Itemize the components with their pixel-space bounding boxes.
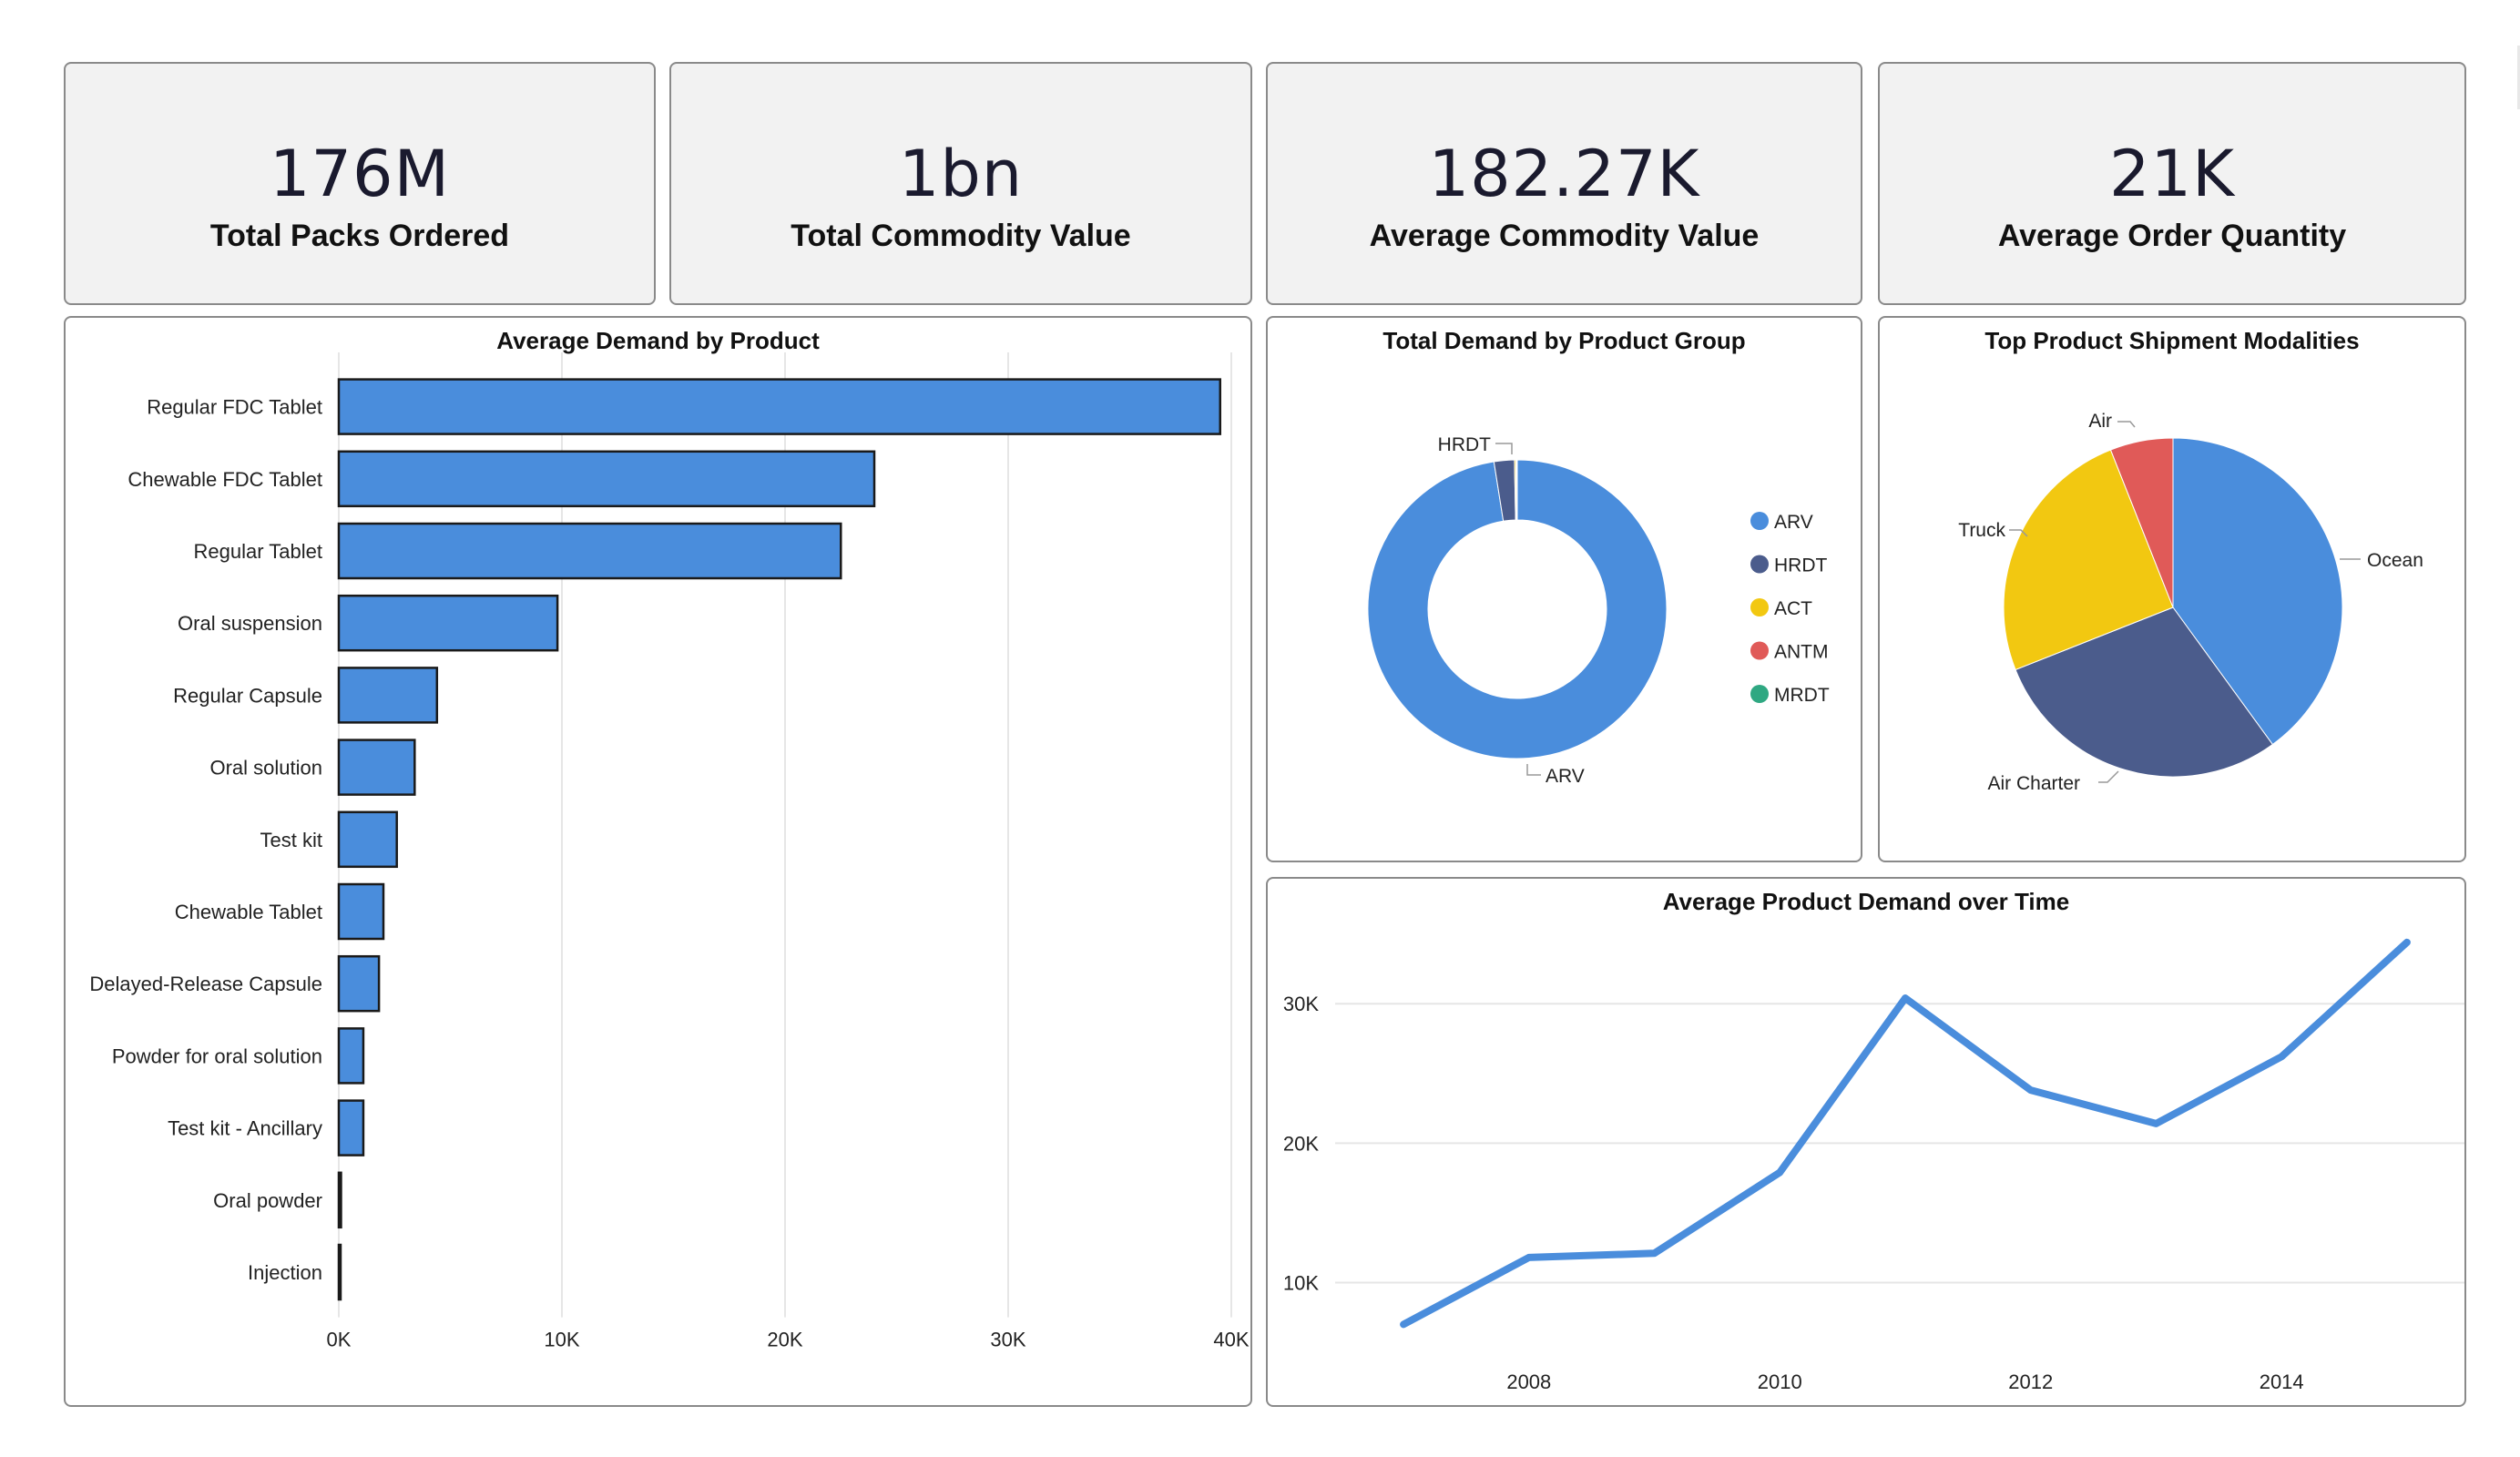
- legend-label: MRDT: [1774, 685, 1830, 706]
- kpi-value: 1bn: [898, 137, 1024, 211]
- kpi-label: Total Packs Ordered: [209, 219, 510, 253]
- kpi-label: Average Commodity Value: [1369, 219, 1760, 253]
- x-tick-label: 2008: [1506, 1370, 1551, 1393]
- bar: [337, 954, 381, 1013]
- legend-label: HRDT: [1774, 555, 1827, 576]
- x-tick-label: 2014: [2260, 1370, 2304, 1393]
- line-chart: 10K 20K 30K 2008 2010 2012 2014: [1283, 938, 2464, 1393]
- y-tick-label: 30K: [1283, 993, 1319, 1015]
- x-tick-label: 40K: [1213, 1329, 1249, 1351]
- legend-label: ACT: [1774, 598, 1812, 619]
- slice-label: Ocean: [2367, 550, 2423, 571]
- bar-chart-panel: Average Demand by Product 0K 10K 20K 30K 40K…: [64, 316, 1252, 1407]
- line-chart-panel: Average Product Demand over Time 10K 20K 3…: [1266, 877, 2466, 1407]
- slice-label: HRDT: [1438, 434, 1491, 455]
- bar: [337, 594, 559, 652]
- bar: [337, 1027, 365, 1085]
- callout-line: [1495, 443, 1513, 454]
- donut-chart: HRDT ARV ARV HRDT ACT ANTM MRDT: [1367, 434, 1830, 787]
- kpi-card-total-packs: 176M Total Packs Ordered: [64, 62, 656, 305]
- category-label: Injection: [248, 1261, 322, 1284]
- bar: [337, 1171, 342, 1229]
- x-tick-label: 30K: [990, 1329, 1025, 1351]
- x-tick-label: 0K: [327, 1329, 352, 1351]
- bar: [337, 739, 416, 796]
- y-tick-label: 10K: [1283, 1271, 1319, 1294]
- bar: [337, 667, 439, 724]
- bar: [337, 1243, 342, 1301]
- category-label: Oral solution: [209, 757, 322, 779]
- series-line: [1400, 938, 2411, 1329]
- category-label: Powder for oral solution: [112, 1044, 322, 1067]
- bar: [337, 882, 385, 941]
- legend-marker: [1750, 641, 1769, 660]
- legend-marker: [1750, 512, 1769, 530]
- bar: [337, 1099, 365, 1156]
- kpi-label: Average Order Quantity: [1997, 219, 2347, 253]
- category-label: Regular Capsule: [173, 684, 322, 707]
- kpi-value: 21K: [2109, 137, 2235, 211]
- callout-line: [2117, 421, 2136, 428]
- pie-chart-panel: Top Product Shipment Modalities Ocean Air…: [1878, 316, 2466, 862]
- x-tick-label: 2012: [2008, 1370, 2053, 1393]
- slice-label: Air Charter: [1987, 773, 2080, 794]
- category-label: Oral powder: [213, 1189, 322, 1212]
- x-tick-label: 2010: [1758, 1370, 1802, 1393]
- kpi-card-average-order: 21K Average Order Quantity: [1878, 62, 2466, 305]
- donut-slice: [1515, 459, 1518, 521]
- donut-chart-panel: Total Demand by Product Group HRDT ARV ARV…: [1266, 316, 1862, 862]
- legend-marker: [1750, 555, 1769, 574]
- slice-label: Air: [2088, 411, 2112, 432]
- pie-chart: Ocean Air Charter Truck Air: [1958, 411, 2423, 794]
- category-label: Regular FDC Tablet: [147, 396, 322, 419]
- slice-label: Truck: [1958, 520, 2005, 541]
- callout-line: [1526, 764, 1541, 776]
- kpi-value: 176M: [269, 137, 450, 211]
- kpi-value: 182.27K: [1428, 137, 1700, 211]
- category-label: Regular Tablet: [194, 540, 322, 563]
- y-tick-label: 20K: [1283, 1132, 1319, 1155]
- legend-label: ARV: [1774, 512, 1813, 533]
- kpi-card-average-commodity: 182.27K Average Commodity Value: [1266, 62, 1862, 305]
- legend-label: ANTM: [1774, 642, 1829, 663]
- kpi-card-total-commodity: 1bn Total Commodity Value: [669, 62, 1252, 305]
- kpi-label: Total Commodity Value: [791, 219, 1131, 253]
- bar: [337, 378, 1221, 435]
- legend-marker: [1750, 598, 1769, 616]
- bar: [337, 450, 876, 508]
- slice-label: ARV: [1546, 766, 1585, 787]
- legend-marker: [1750, 685, 1769, 703]
- x-tick-label: 10K: [544, 1329, 579, 1351]
- callout-line: [2098, 770, 2119, 783]
- category-label: Oral suspension: [178, 612, 322, 635]
- category-label: Test kit: [260, 829, 322, 851]
- x-tick-label: 20K: [767, 1329, 802, 1351]
- category-label: Test kit - Ancillary: [168, 1117, 322, 1140]
- bar-chart: 0K 10K 20K 30K 40K Regular FDC Tablet Chewable…: [89, 352, 1250, 1351]
- category-label: Chewable FDC Tablet: [128, 468, 322, 491]
- category-label: Delayed-Release Capsule: [89, 973, 322, 995]
- category-label: Chewable Tablet: [175, 901, 322, 923]
- bar: [337, 810, 398, 869]
- bar: [337, 522, 842, 580]
